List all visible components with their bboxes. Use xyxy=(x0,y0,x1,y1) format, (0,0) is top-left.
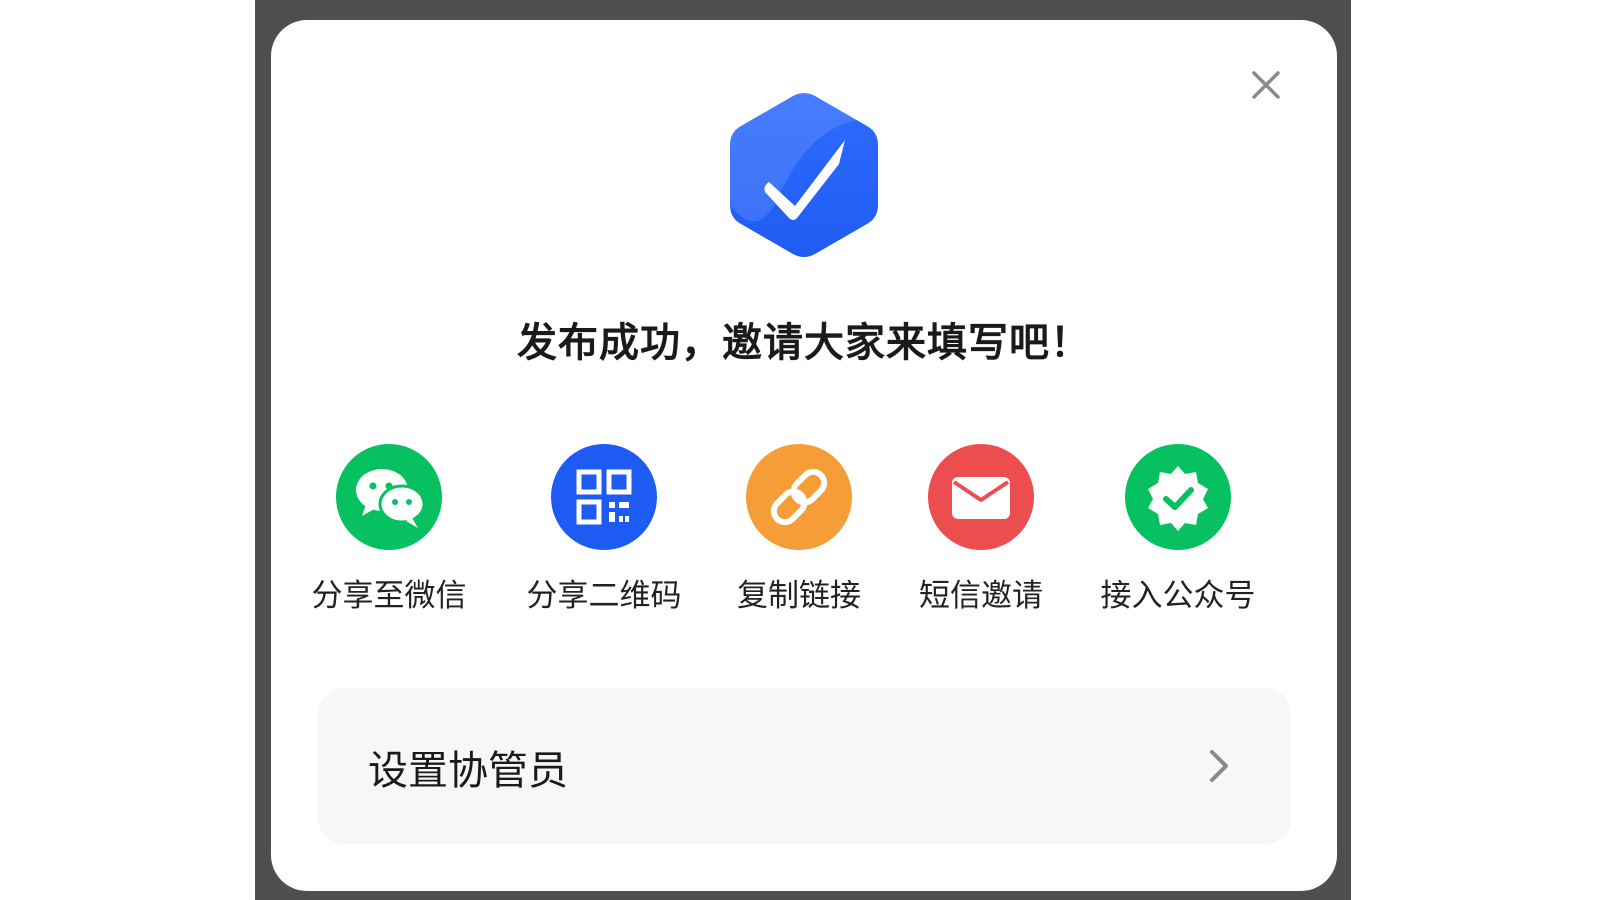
close-button[interactable] xyxy=(1246,65,1286,105)
share-qr-code-button[interactable]: 分享二维码 xyxy=(504,444,704,624)
share-label: 复制链接 xyxy=(737,578,861,614)
share-label: 分享至微信 xyxy=(311,578,467,614)
share-label: 短信邀请 xyxy=(919,578,1043,614)
co-admin-label: 设置协管员 xyxy=(368,748,568,794)
sms-invite-button[interactable]: 短信邀请 xyxy=(881,444,1081,624)
chevron-right-icon xyxy=(1210,750,1228,782)
share-wechat-button[interactable]: 分享至微信 xyxy=(289,444,489,624)
share-circle xyxy=(928,444,1034,550)
envelope-icon xyxy=(952,477,1010,519)
page-title: 发布成功，邀请大家来填写吧！ xyxy=(517,320,1091,366)
set-co-admin-row[interactable]: 设置协管员 xyxy=(318,688,1291,844)
verified-badge-icon xyxy=(1148,466,1208,531)
share-circle xyxy=(1125,444,1231,550)
qr-code-icon xyxy=(576,469,632,525)
wechat-icon xyxy=(356,469,426,528)
share-circle xyxy=(336,444,442,550)
share-circle xyxy=(746,444,852,550)
connect-official-account-button[interactable]: 接入公众号 xyxy=(1078,444,1278,624)
link-icon xyxy=(770,468,828,526)
copy-link-button[interactable]: 复制链接 xyxy=(699,444,899,624)
share-label: 分享二维码 xyxy=(526,578,682,614)
publish-success-dialog: 发布成功，邀请大家来填写吧！ 分享至微信 分享二维码 复制链接 短信邀请 接入公… xyxy=(271,20,1337,891)
close-icon xyxy=(1252,71,1280,99)
hexagon-check-icon xyxy=(727,90,881,260)
share-label: 接入公众号 xyxy=(1100,578,1256,614)
share-circle xyxy=(551,444,657,550)
